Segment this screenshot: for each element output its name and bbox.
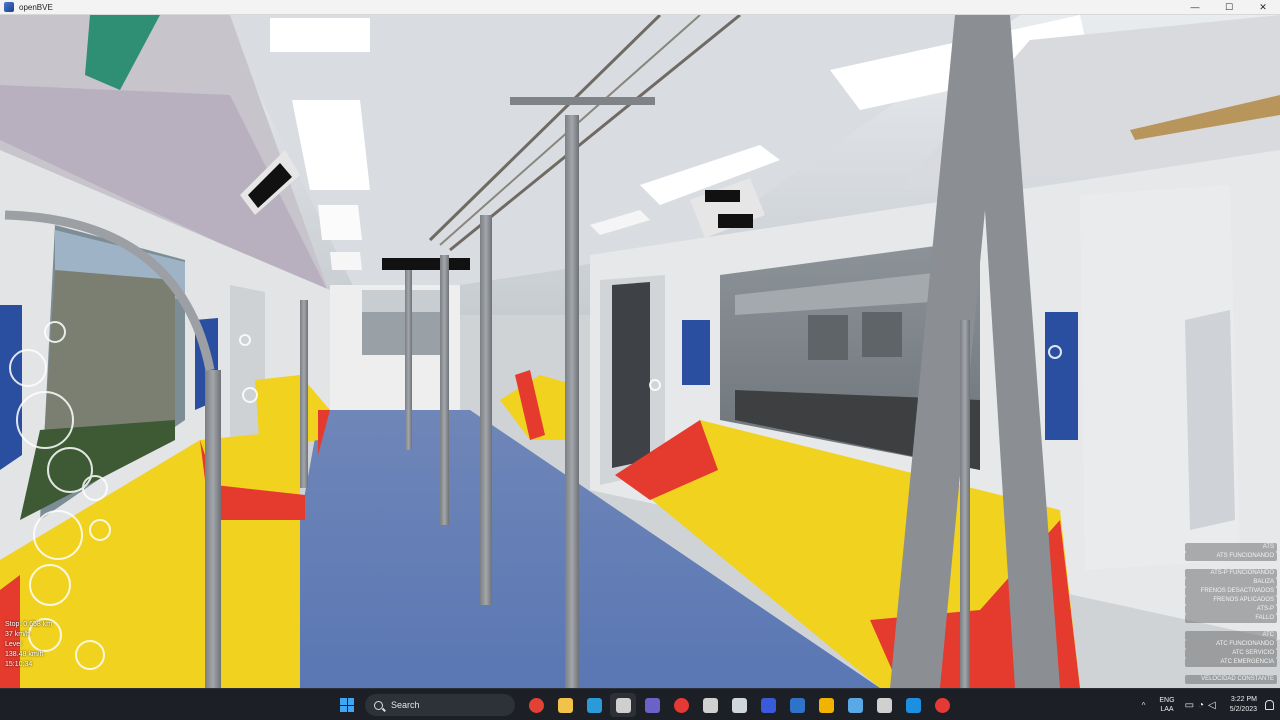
hud-line: 138.48 km/h (5, 651, 44, 658)
taskbar-app-button[interactable] (610, 693, 636, 717)
language-code: ENG (1159, 697, 1175, 704)
taskbar-app-button[interactable] (726, 693, 752, 717)
indicator-frenos-desactivados: FRENOS DESACTIVADOS (1185, 587, 1277, 596)
chrome-icon (528, 697, 544, 713)
clock[interactable]: 3:22 PM 5/2/2023 (1230, 695, 1257, 715)
start-button[interactable] (334, 693, 360, 717)
indicator-atc-emergencia: ATC EMERGENCIA (1185, 658, 1277, 667)
show-hidden-icons-button[interactable]: ^ (1142, 701, 1146, 710)
taskbar-app-button[interactable] (552, 693, 578, 717)
search-icon (374, 700, 383, 710)
network-volume-icons[interactable]: ▭◔◁ (1185, 700, 1220, 711)
notepad-icon (847, 697, 863, 713)
edge-icon (586, 697, 602, 713)
hud-line: Stop: 0.658 km (5, 621, 53, 628)
hud-line: Level (5, 641, 22, 648)
indicator-frenos-aplicados: FRENOS APLICADOS (1185, 596, 1277, 605)
hud-line: 15:10:34 (5, 661, 33, 668)
taskbar-search[interactable]: Search (365, 694, 515, 716)
minimize-button[interactable]: — (1178, 0, 1212, 15)
visio-icon (789, 697, 805, 713)
display-icon (760, 697, 776, 713)
train-interior-scene (0, 15, 1280, 688)
app-icon (876, 697, 892, 713)
system-tray: ^ ENG LAA ▭◔◁ 3:22 PM 5/2/2023 (1142, 693, 1274, 717)
hud-line: 37 km/h (5, 631, 30, 638)
keyboard-layout: LAA (1160, 706, 1174, 713)
taskbar-app-button[interactable] (755, 693, 781, 717)
search-label: Search (391, 700, 420, 710)
taskbar-app-button[interactable] (523, 693, 549, 717)
indicator-velocidad-constante: VELOCIDAD CONSTANTE (1185, 675, 1277, 684)
input-language-indicator[interactable]: ENG LAA (1159, 696, 1174, 714)
shield-icon (731, 697, 747, 713)
taskbar-app-button[interactable] (842, 693, 868, 717)
indicator-baliza: BALIZA (1185, 578, 1277, 587)
indicator-atsp: ATS-P (1185, 605, 1277, 614)
maximize-button[interactable]: ☐ (1212, 0, 1246, 15)
obs-icon (934, 697, 950, 713)
train-status-readout: Stop: 0.658 km 37 km/h Level 138.48 km/h… (5, 620, 52, 670)
openbve-icon (615, 697, 631, 713)
taskbar-app-button[interactable] (581, 693, 607, 717)
folder-icon (818, 697, 834, 713)
taskbar-app-button[interactable] (871, 693, 897, 717)
indicator-atc-funcionando: ATC FUNCIONANDO (1185, 640, 1277, 649)
taskbar-app-button[interactable] (639, 693, 665, 717)
indicator-ats: ATS (1185, 543, 1277, 552)
windows-logo-icon (340, 698, 354, 712)
window-title: openBVE (19, 2, 53, 12)
close-button[interactable]: ✕ (1246, 0, 1280, 15)
openbve-app-icon (4, 2, 14, 12)
taskbar-app-button[interactable] (784, 693, 810, 717)
taskbar-app-button[interactable] (668, 693, 694, 717)
indicator-atc: ATC (1185, 631, 1277, 640)
file-explorer-icon (557, 697, 573, 713)
windows-taskbar: Search ^ ENG LAA ▭◔◁ 3:22 PM 5/2/2023 (0, 688, 1280, 720)
camera-icon (702, 697, 718, 713)
train-interior-view[interactable]: Stop: 0.658 km 37 km/h Level 138.48 km/h… (0, 15, 1280, 688)
notification-bell-icon[interactable] (1265, 700, 1274, 710)
taskbar-app-button[interactable] (929, 693, 955, 717)
indicator-fallo: FALLO (1185, 614, 1277, 623)
taskbar-app-button[interactable] (697, 693, 723, 717)
indicator-atc-servicio: ATC SERVICIO (1185, 649, 1277, 658)
clock-time: 3:22 PM (1230, 696, 1257, 703)
indicator-atsp-funcionando: ATS-P FUNCIONANDO (1185, 569, 1277, 578)
indicator-ats-funcionando: ATS FUNCIONANDO (1185, 552, 1277, 561)
window-icon (905, 697, 921, 713)
title-bar[interactable]: openBVE — ☐ ✕ (0, 0, 1280, 15)
taskbar-app-button[interactable] (900, 693, 926, 717)
record-icon (673, 697, 689, 713)
teams-icon (644, 697, 660, 713)
taskbar-app-button[interactable] (813, 693, 839, 717)
openbve-window: openBVE — ☐ ✕ Stop: 0.658 km 37 km/h Lev… (0, 0, 1280, 720)
safety-indicator-panel: ATS ATS FUNCIONANDO ATS-P FUNCIONANDO BA… (1185, 543, 1277, 684)
clock-date: 5/2/2023 (1229, 706, 1257, 713)
